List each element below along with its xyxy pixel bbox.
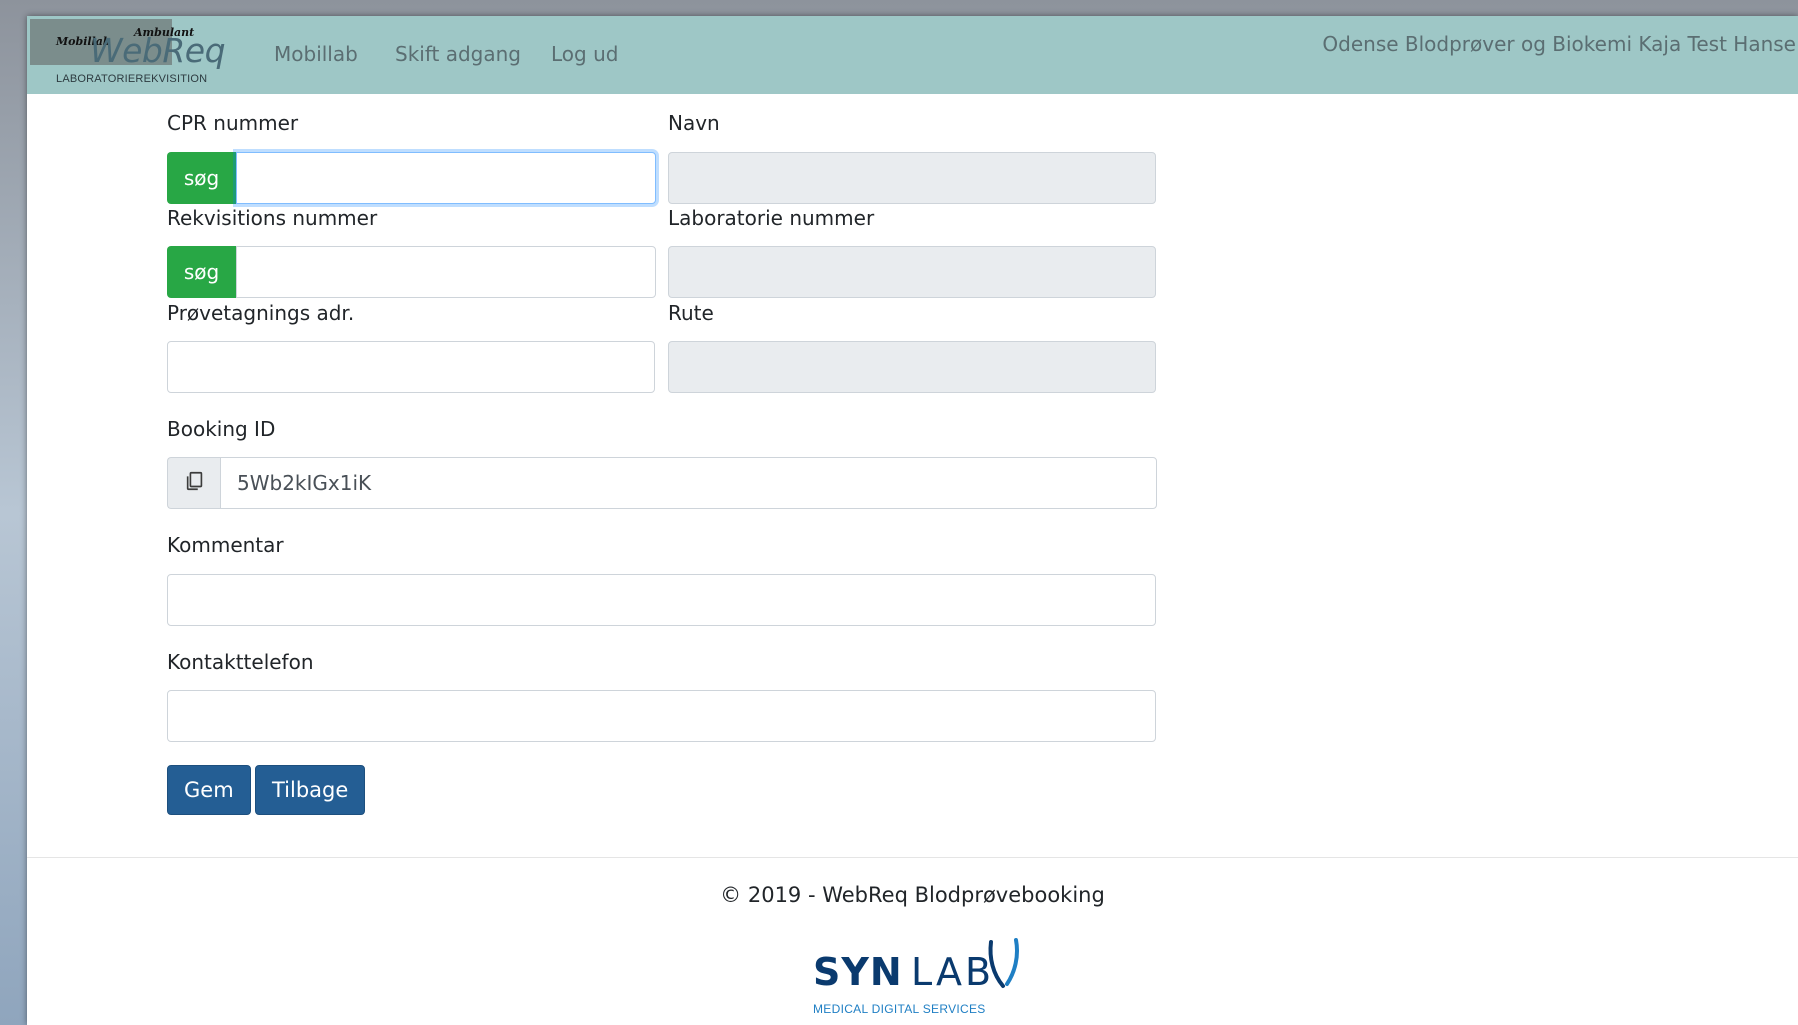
synlab-leaf-icon [983, 938, 1023, 994]
synlab-logo: SYN LAB MEDICAL DIGITAL SERVICES [813, 934, 1033, 1016]
save-button[interactable]: Gem [167, 765, 251, 815]
logo-title: WebReq [90, 31, 226, 70]
cpr-search-button[interactable]: søg [167, 152, 236, 204]
user-info: Odense Blodprøver og Biokemi Kaja Test H… [1322, 32, 1796, 56]
rekvisition-input[interactable] [236, 246, 656, 298]
webreq-logo[interactable]: Mobillab Ambulant WebReq LABORATORIEREKV… [30, 19, 230, 85]
copy-icon [184, 470, 206, 496]
kommentar-label: Kommentar [167, 533, 284, 557]
navn-field [668, 152, 1156, 204]
kontakttelefon-label: Kontakttelefon [167, 650, 314, 674]
rute-label: Rute [668, 301, 714, 325]
rekvisition-label: Rekvisitions nummer [167, 206, 378, 230]
logo-subtitle: LABORATORIEREKVISITION [56, 73, 208, 85]
laboratorie-label: Laboratorie nummer [668, 206, 875, 230]
synlab-logo-sub: MEDICAL DIGITAL SERVICES [813, 1002, 986, 1016]
synlab-logo-bold: SYN [813, 950, 903, 994]
navbar: Mobillab Ambulant WebReq LABORATORIEREKV… [27, 16, 1798, 94]
footer-copyright: © 2019 - WebReq Blodprøvebooking [720, 883, 1105, 907]
kontakttelefon-input[interactable] [167, 690, 1156, 742]
navn-label: Navn [668, 111, 720, 135]
browser-window: Mobillab Ambulant WebReq LABORATORIEREKV… [27, 16, 1798, 1025]
booking-id-label: Booking ID [167, 417, 276, 441]
nav-link-log-ud[interactable]: Log ud [551, 42, 618, 66]
rekvisition-search-button[interactable]: søg [167, 246, 236, 298]
kommentar-input[interactable] [167, 574, 1156, 626]
booking-id-field[interactable] [220, 457, 1157, 509]
cpr-input[interactable] [236, 152, 656, 204]
nav-link-skift-adgang[interactable]: Skift adgang [395, 42, 521, 66]
nav-link-mobillab[interactable]: Mobillab [274, 42, 358, 66]
synlab-logo-light: LAB [911, 950, 995, 994]
cpr-label: CPR nummer [167, 111, 299, 135]
footer-divider [27, 857, 1798, 858]
copy-booking-id-button[interactable] [167, 457, 221, 509]
rute-field [668, 341, 1156, 393]
provetagning-input[interactable] [167, 341, 655, 393]
laboratorie-field [668, 246, 1156, 298]
provetagning-label: Prøvetagnings adr. [167, 301, 355, 325]
back-button[interactable]: Tilbage [255, 765, 366, 815]
